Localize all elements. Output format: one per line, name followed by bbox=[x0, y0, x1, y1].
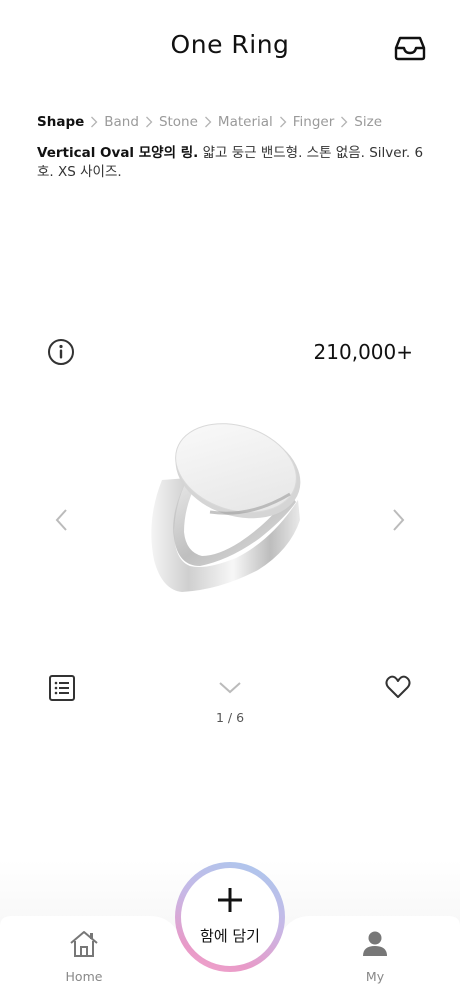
product-price: 210,000+ bbox=[313, 340, 413, 364]
list-icon bbox=[49, 675, 75, 701]
product-image bbox=[140, 420, 320, 620]
favorite-button[interactable] bbox=[384, 673, 412, 701]
step-finger[interactable]: Finger bbox=[293, 114, 335, 130]
chevron-right-icon bbox=[84, 114, 104, 130]
step-shape[interactable]: Shape bbox=[37, 114, 84, 130]
step-material[interactable]: Material bbox=[218, 114, 273, 130]
home-icon bbox=[70, 931, 98, 957]
next-image-button[interactable] bbox=[388, 506, 408, 534]
description-shape: Vertical Oval 모양의 링. bbox=[37, 145, 199, 161]
app-title: One Ring bbox=[170, 30, 290, 59]
product-description: Vertical Oval 모양의 링. 얇고 둥근 밴드형. 스톤 없음. S… bbox=[37, 144, 429, 182]
chevron-right-icon bbox=[273, 114, 293, 130]
prev-image-button[interactable] bbox=[52, 506, 72, 534]
chevron-right-icon bbox=[334, 114, 354, 130]
plus-icon bbox=[218, 888, 242, 912]
add-to-box-button[interactable]: 함에 담기 bbox=[175, 862, 285, 972]
info-button[interactable] bbox=[47, 338, 75, 366]
chevron-left-icon bbox=[55, 509, 67, 531]
app-header: One Ring bbox=[0, 0, 460, 96]
chevron-right-icon bbox=[139, 114, 159, 130]
step-size[interactable]: Size bbox=[354, 114, 382, 130]
step-band[interactable]: Band bbox=[104, 114, 139, 130]
fab-label: 함에 담기 bbox=[200, 927, 260, 945]
tab-my-label: My bbox=[365, 969, 385, 984]
chevron-right-icon bbox=[198, 114, 218, 130]
step-breadcrumb: Shape Band Stone Material Finger Size bbox=[37, 112, 437, 132]
image-pager: 1 / 6 bbox=[215, 710, 245, 725]
tab-home[interactable]: Home bbox=[39, 916, 129, 996]
tab-home-label: Home bbox=[65, 969, 103, 984]
step-stone[interactable]: Stone bbox=[159, 114, 198, 130]
chevron-down-icon bbox=[219, 682, 241, 694]
inbox-tray-icon bbox=[394, 36, 426, 61]
tab-my[interactable]: My bbox=[330, 916, 420, 996]
heart-icon bbox=[385, 675, 411, 698]
spec-list-button[interactable] bbox=[48, 674, 76, 702]
signet-ring-image bbox=[151, 423, 301, 592]
user-icon bbox=[363, 931, 387, 956]
chevron-right-icon bbox=[393, 509, 405, 531]
inbox-button[interactable] bbox=[394, 35, 426, 61]
info-circle-icon bbox=[48, 339, 74, 365]
fab-inner bbox=[181, 868, 279, 966]
expand-details-button[interactable] bbox=[217, 680, 243, 696]
